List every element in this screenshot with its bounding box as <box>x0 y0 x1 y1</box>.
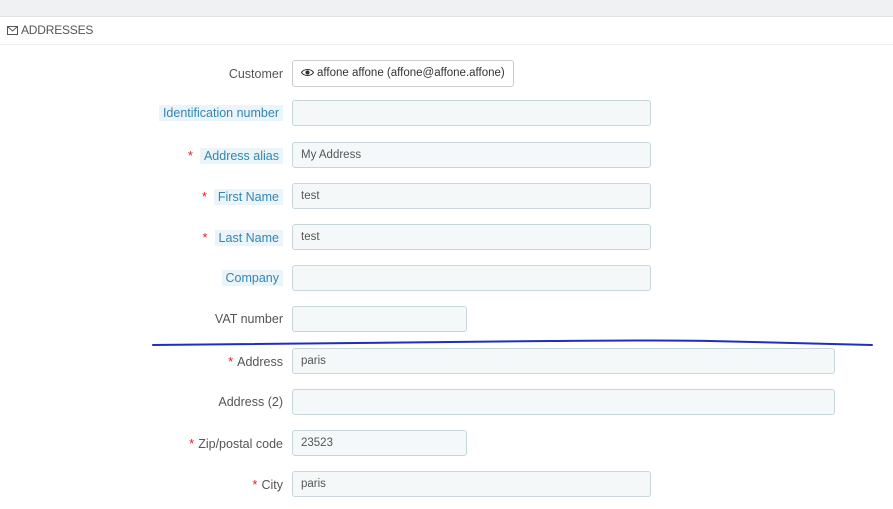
first-name-label: * First Name <box>201 189 283 205</box>
vat-number-row: VAT number <box>0 306 893 334</box>
zip-input[interactable]: 23523 <box>292 430 467 456</box>
required-mark: * <box>252 477 258 492</box>
zip-label: * Zip/postal code <box>189 436 283 451</box>
address2-label: Address (2) <box>218 395 283 409</box>
vat-number-label: VAT number <box>214 312 283 326</box>
identification-number-label-text: Identification number <box>158 105 283 121</box>
last-name-label-text: Last Name <box>214 230 283 246</box>
customer-label: Customer <box>228 67 283 81</box>
company-label-text: Company <box>221 270 283 286</box>
city-label-text: City <box>261 478 283 492</box>
address-alias-label-text: Address alias <box>199 148 283 164</box>
identification-number-label: Identification number <box>158 105 283 121</box>
zip-row: * Zip/postal code 23523 <box>0 430 893 458</box>
identification-number-input[interactable] <box>292 100 651 126</box>
customer-row: Customer affone affone (affone@affone.af… <box>0 60 893 88</box>
city-label: * City <box>252 477 283 492</box>
address-alias-row: * Address alias My Address <box>0 142 893 170</box>
required-mark: * <box>189 436 195 451</box>
first-name-input[interactable]: test <box>292 183 651 209</box>
vat-number-input[interactable] <box>292 306 467 332</box>
customer-name: affone affone (affone@affone.affone) <box>317 67 505 79</box>
address-input[interactable]: paris <box>292 348 835 374</box>
customer-link-button[interactable]: affone affone (affone@affone.affone) <box>292 60 514 87</box>
city-input[interactable]: paris <box>292 471 651 497</box>
address-alias-label: * Address alias <box>187 148 283 164</box>
address-row: * Address paris <box>0 348 893 376</box>
last-name-row: * Last Name test <box>0 224 893 252</box>
last-name-label: * Last Name <box>202 230 283 246</box>
company-row: Company <box>0 265 893 293</box>
last-name-input[interactable]: test <box>292 224 651 250</box>
zip-label-text: Zip/postal code <box>198 437 283 451</box>
top-band <box>0 0 893 17</box>
identification-number-row: Identification number <box>0 100 893 128</box>
envelope-icon <box>7 26 18 35</box>
panel-heading: ADDRESSES <box>0 17 893 45</box>
address-label: * Address <box>228 354 283 369</box>
company-label: Company <box>221 270 283 286</box>
eye-icon <box>301 68 314 77</box>
required-mark: * <box>202 230 208 245</box>
first-name-row: * First Name test <box>0 183 893 211</box>
first-name-label-text: First Name <box>213 189 283 205</box>
address-alias-input[interactable]: My Address <box>292 142 651 168</box>
city-row: * City paris <box>0 471 893 499</box>
required-mark: * <box>228 354 234 369</box>
address2-input[interactable] <box>292 389 835 415</box>
address-label-text: Address <box>237 355 283 369</box>
panel-title: ADDRESSES <box>21 23 94 37</box>
required-mark: * <box>201 189 207 204</box>
address2-row: Address (2) <box>0 389 893 417</box>
company-input[interactable] <box>292 265 651 291</box>
required-mark: * <box>187 148 193 163</box>
